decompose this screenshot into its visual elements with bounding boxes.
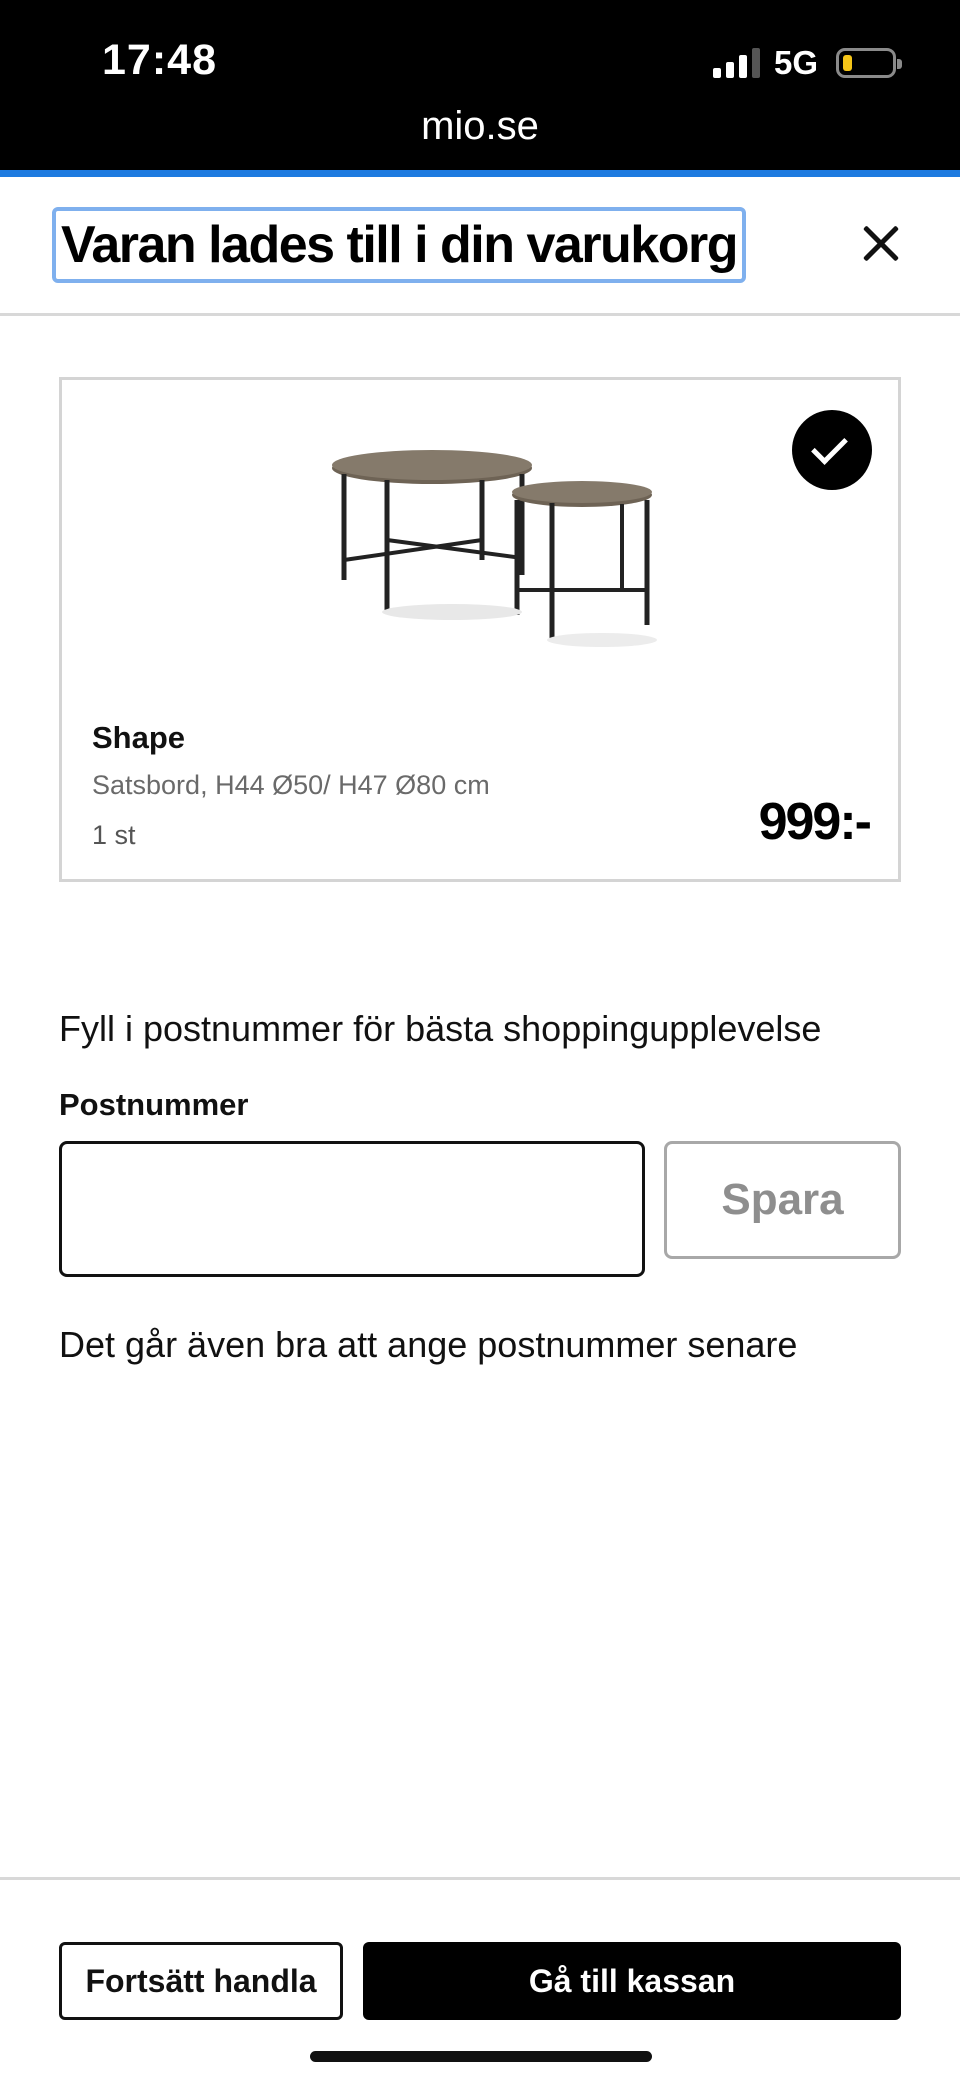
footer-actions: Fortsätt handla Gå till kassan <box>0 1877 960 2078</box>
url-bar[interactable]: mio.se <box>0 104 960 149</box>
product-price: 999:- <box>758 793 872 851</box>
continue-shopping-button[interactable]: Fortsätt handla <box>59 1942 343 2020</box>
product-name: Shape <box>92 720 186 755</box>
page-title: Varan lades till i din varukorg <box>61 216 738 274</box>
postal-later-note: Det går även bra att ange postnummer sen… <box>59 1324 798 1365</box>
network-label: 5G <box>773 44 818 81</box>
modal-header: Varan lades till i din varukorg <box>0 177 960 316</box>
product-quantity: 1 st <box>92 820 136 850</box>
postal-intro: Fyll i postnummer för bästa shoppinguppl… <box>59 1008 822 1049</box>
page-load-progress <box>0 170 960 177</box>
check-icon <box>792 410 872 490</box>
status-indicators: 5G <box>712 44 902 82</box>
postal-label: Postnummer <box>59 1087 249 1122</box>
cart-item-card: Shape Satsbord, H44 Ø50/ H47 Ø80 cm 1 st… <box>59 377 901 882</box>
status-time: 17:48 <box>102 36 217 84</box>
product-description: Satsbord, H44 Ø50/ H47 Ø80 cm <box>92 770 490 800</box>
signal-icon <box>712 48 760 78</box>
status-bar: 17:48 5G mio.se <box>0 0 960 170</box>
checkout-button[interactable]: Gå till kassan <box>363 1942 901 2020</box>
save-button[interactable]: Spara <box>664 1141 901 1259</box>
home-indicator[interactable] <box>310 2051 652 2062</box>
battery-icon <box>836 48 902 78</box>
product-image <box>332 450 657 647</box>
close-icon[interactable] <box>852 215 910 273</box>
title-focus-ring: Varan lades till i din varukorg <box>52 207 746 283</box>
postal-code-input[interactable] <box>59 1141 645 1277</box>
